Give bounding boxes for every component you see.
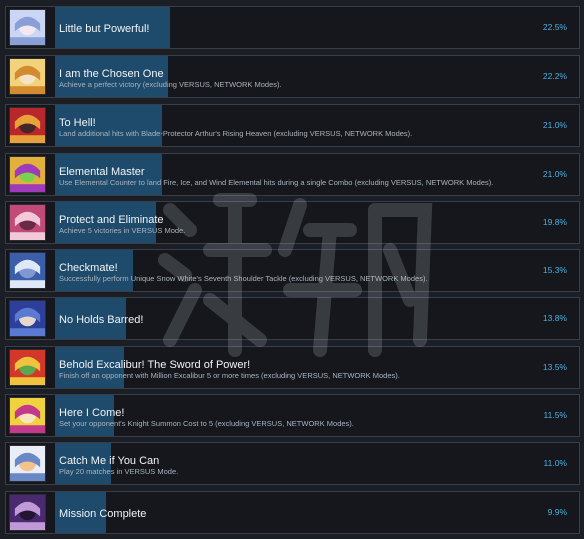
- achievement-row[interactable]: Behold Excalibur! The Sword of Power! Fi…: [5, 346, 580, 389]
- character-portrait-icon: [9, 9, 46, 46]
- achievement-title: To Hell!: [59, 117, 96, 129]
- achievement-description: Play 20 matches in VERSUS Mode.: [59, 467, 179, 476]
- achievement-title: Here I Come!: [59, 407, 125, 419]
- unlock-percentage: 13.8%: [542, 313, 567, 323]
- achievement-description: Achieve 5 victories in VERSUS Mode.: [59, 226, 186, 235]
- achievement-panel: Catch Me if You Can Play 20 matches in V…: [55, 443, 575, 484]
- achievement-row[interactable]: Here I Come! Set your opponent's Knight …: [5, 394, 580, 437]
- unlock-percentage: 21.0%: [542, 169, 567, 179]
- unlock-percentage: 22.2%: [542, 71, 567, 81]
- achievement-title: Protect and Eliminate: [59, 214, 164, 226]
- achievement-title: Mission Complete: [59, 508, 147, 520]
- achievement-panel: No Holds Barred! 13.8%: [55, 298, 575, 339]
- unlock-percentage: 13.5%: [542, 362, 567, 372]
- character-portrait-icon: [9, 204, 46, 241]
- achievement-row[interactable]: Little but Powerful! 22.5%: [5, 6, 580, 49]
- character-portrait-icon: [9, 300, 46, 337]
- character-portrait-icon: [9, 349, 46, 386]
- achievement-description: Use Elemental Counter to land Fire, Ice,…: [59, 178, 494, 187]
- achievement-panel: I am the Chosen One Achieve a perfect vi…: [55, 56, 575, 97]
- achievement-row[interactable]: I am the Chosen One Achieve a perfect vi…: [5, 55, 580, 98]
- achievement-panel: Behold Excalibur! The Sword of Power! Fi…: [55, 347, 575, 388]
- achievement-panel: Here I Come! Set your opponent's Knight …: [55, 395, 575, 436]
- character-portrait-icon: [9, 494, 46, 531]
- character-portrait-icon: [9, 58, 46, 95]
- unlock-percentage: 19.8%: [542, 217, 567, 227]
- achievement-panel: Elemental Master Use Elemental Counter t…: [55, 154, 575, 195]
- achievement-title: Behold Excalibur! The Sword of Power!: [59, 359, 251, 371]
- achievement-row[interactable]: Protect and Eliminate Achieve 5 victorie…: [5, 201, 580, 244]
- achievement-description: Achieve a perfect victory (excluding VER…: [59, 80, 282, 89]
- achievement-panel: Checkmate! Successfully perform Unique S…: [55, 250, 575, 291]
- achievement-title: Checkmate!: [59, 262, 118, 274]
- character-portrait-icon: [9, 397, 46, 434]
- achievement-row[interactable]: No Holds Barred! 13.8%: [5, 297, 580, 340]
- unlock-percentage: 11.0%: [543, 458, 567, 468]
- unlock-percentage: 15.3%: [542, 265, 567, 275]
- unlock-percentage: 22.5%: [542, 22, 567, 32]
- achievement-panel: Protect and Eliminate Achieve 5 victorie…: [55, 202, 575, 243]
- unlock-percentage: 21.0%: [542, 120, 567, 130]
- achievement-row[interactable]: To Hell! Land additional hits with Blade…: [5, 104, 580, 147]
- achievement-title: No Holds Barred!: [59, 314, 144, 326]
- achievement-title: Elemental Master: [59, 166, 145, 178]
- achievement-title: Little but Powerful!: [59, 23, 150, 35]
- achievement-title: Catch Me if You Can: [59, 455, 160, 467]
- character-portrait-icon: [9, 107, 46, 144]
- unlock-percentage: 11.5%: [543, 410, 567, 420]
- achievement-panel: To Hell! Land additional hits with Blade…: [55, 105, 575, 146]
- achievement-row[interactable]: Elemental Master Use Elemental Counter t…: [5, 153, 580, 196]
- achievement-panel: Little but Powerful! 22.5%: [55, 7, 575, 48]
- achievement-row[interactable]: Checkmate! Successfully perform Unique S…: [5, 249, 580, 292]
- achievement-description: Finish off an opponent with Million Exca…: [59, 371, 400, 380]
- unlock-percentage: 9.9%: [547, 507, 567, 517]
- character-portrait-icon: [9, 156, 46, 193]
- achievement-title: I am the Chosen One: [59, 68, 164, 80]
- achievement-row[interactable]: Catch Me if You Can Play 20 matches in V…: [5, 442, 580, 485]
- achievement-description: Land additional hits with Blade-Protecto…: [59, 129, 413, 138]
- achievement-description: Set your opponent's Knight Summon Cost t…: [59, 419, 354, 428]
- character-portrait-icon: [9, 252, 46, 289]
- achievement-row[interactable]: Mission Complete 9.9%: [5, 491, 580, 534]
- achievement-description: Successfully perform Unique Snow White's…: [59, 274, 428, 283]
- achievement-panel: Mission Complete 9.9%: [55, 492, 575, 533]
- character-portrait-icon: [9, 445, 46, 482]
